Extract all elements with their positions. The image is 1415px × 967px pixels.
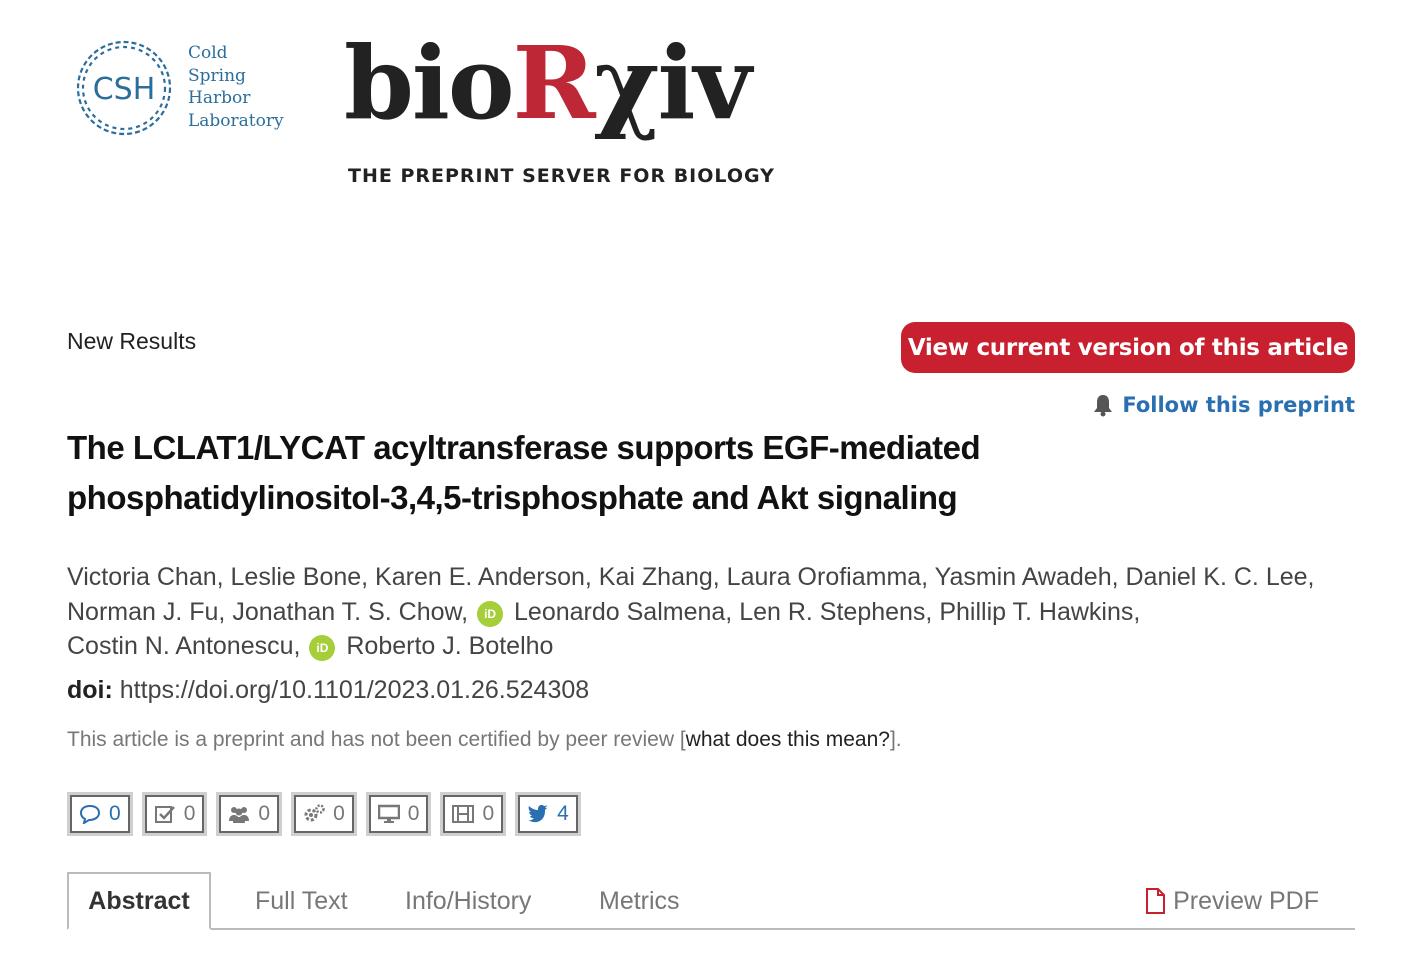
authors-line-1[interactable]: Victoria Chan, Leslie Bone, Karen E. And… — [67, 560, 1347, 595]
reviews-metric[interactable]: 0 — [141, 792, 208, 836]
svg-text:CSH: CSH — [93, 72, 156, 107]
preview-pdf-label: Preview PDF — [1173, 886, 1319, 915]
media-count: 0 — [407, 802, 420, 825]
logo-part-xiv: χiv — [593, 24, 752, 142]
pdf-file-icon — [1146, 888, 1166, 914]
comments-metric[interactable]: 0 — [67, 792, 133, 836]
reviews-count: 0 — [183, 802, 196, 825]
preprint-note-text: This article is a preprint and has not b… — [67, 728, 686, 751]
authors-line-2: Norman J. Fu, Jonathan T. S. Chow, iD Le… — [67, 595, 1347, 630]
tools-metric[interactable]: 0 — [291, 792, 357, 836]
authors-line-3b[interactable]: Roberto J. Botelho — [346, 632, 553, 660]
logo-part-bio: bio — [344, 24, 515, 142]
community-count: 0 — [258, 802, 271, 825]
what-does-this-mean-link[interactable]: what does this mean? — [686, 728, 890, 751]
comments-count: 0 — [109, 802, 121, 825]
preprint-disclaimer: This article is a preprint and has not b… — [67, 728, 902, 752]
monitor-icon — [377, 804, 400, 823]
cogs-icon — [304, 804, 325, 822]
authors-line-2a[interactable]: Norman J. Fu, Jonathan T. S. Chow, — [67, 598, 468, 626]
twitter-metric[interactable]: 4 — [515, 792, 581, 836]
doi-label: doi: — [67, 676, 113, 704]
authors-line-3: Costin N. Antonescu, iD Roberto J. Botel… — [67, 629, 1347, 664]
csh-wordmark[interactable]: Cold Spring Harbor Laboratory — [188, 42, 284, 132]
csh-line-4: Laboratory — [188, 110, 284, 131]
users-icon — [229, 807, 250, 823]
authors-line-2b[interactable]: Leonardo Salmena, Len R. Stephens, Phill… — [514, 598, 1140, 626]
logo-part-r: R — [512, 24, 596, 142]
bell-icon — [1094, 395, 1113, 417]
tab-info-history[interactable]: Info/History — [405, 872, 531, 930]
preprint-note-end: ]. — [889, 728, 902, 751]
tab-full-text[interactable]: Full Text — [255, 872, 348, 930]
doi-link[interactable]: https://doi.org/10.1101/2023.01.26.52430… — [120, 676, 589, 704]
follow-preprint-link[interactable]: Follow this preprint — [1092, 393, 1355, 417]
csh-line-1: Cold — [188, 43, 228, 63]
video-count: 0 — [482, 802, 495, 825]
site-tagline: THE PREPRINT SERVER FOR BIOLOGY — [348, 165, 775, 187]
csh-logo[interactable]: CSH — [72, 38, 182, 138]
tools-count: 0 — [333, 802, 345, 825]
film-icon — [452, 805, 475, 823]
view-current-version-button[interactable]: View current version of this article — [901, 322, 1355, 373]
author-list: Victoria Chan, Leslie Bone, Karen E. And… — [67, 560, 1347, 664]
twitter-icon — [528, 805, 549, 823]
checkbox-icon — [154, 806, 175, 823]
authors-line-3a[interactable]: Costin N. Antonescu, — [67, 632, 300, 660]
media-metric[interactable]: 0 — [365, 792, 432, 836]
csh-line-2: Spring — [188, 65, 246, 86]
tab-metrics[interactable]: Metrics — [599, 872, 680, 930]
tab-abstract[interactable]: Abstract — [67, 872, 211, 930]
orcid-icon[interactable]: iD — [477, 600, 504, 627]
comment-icon — [79, 804, 101, 824]
biorxiv-logo[interactable]: bioRχiv — [344, 18, 752, 148]
csh-line-3: Harbor — [188, 88, 251, 108]
article-section-label: New Results — [67, 328, 197, 354]
follow-preprint-label: Follow this preprint — [1122, 393, 1355, 417]
twitter-count: 4 — [557, 802, 569, 825]
preview-pdf-link[interactable]: Preview PDF — [1145, 872, 1319, 930]
doi-row: doi: https://doi.org/10.1101/2023.01.26.… — [67, 676, 589, 705]
article-metrics-bar: 0 0 0 0 0 0 4 — [67, 792, 581, 836]
community-metric[interactable]: 0 — [216, 792, 283, 836]
video-metric[interactable]: 0 — [440, 792, 507, 836]
orcid-icon[interactable]: iD — [309, 635, 336, 661]
article-title: The LCLAT1/LYCAT acyltransferase support… — [67, 429, 981, 516]
